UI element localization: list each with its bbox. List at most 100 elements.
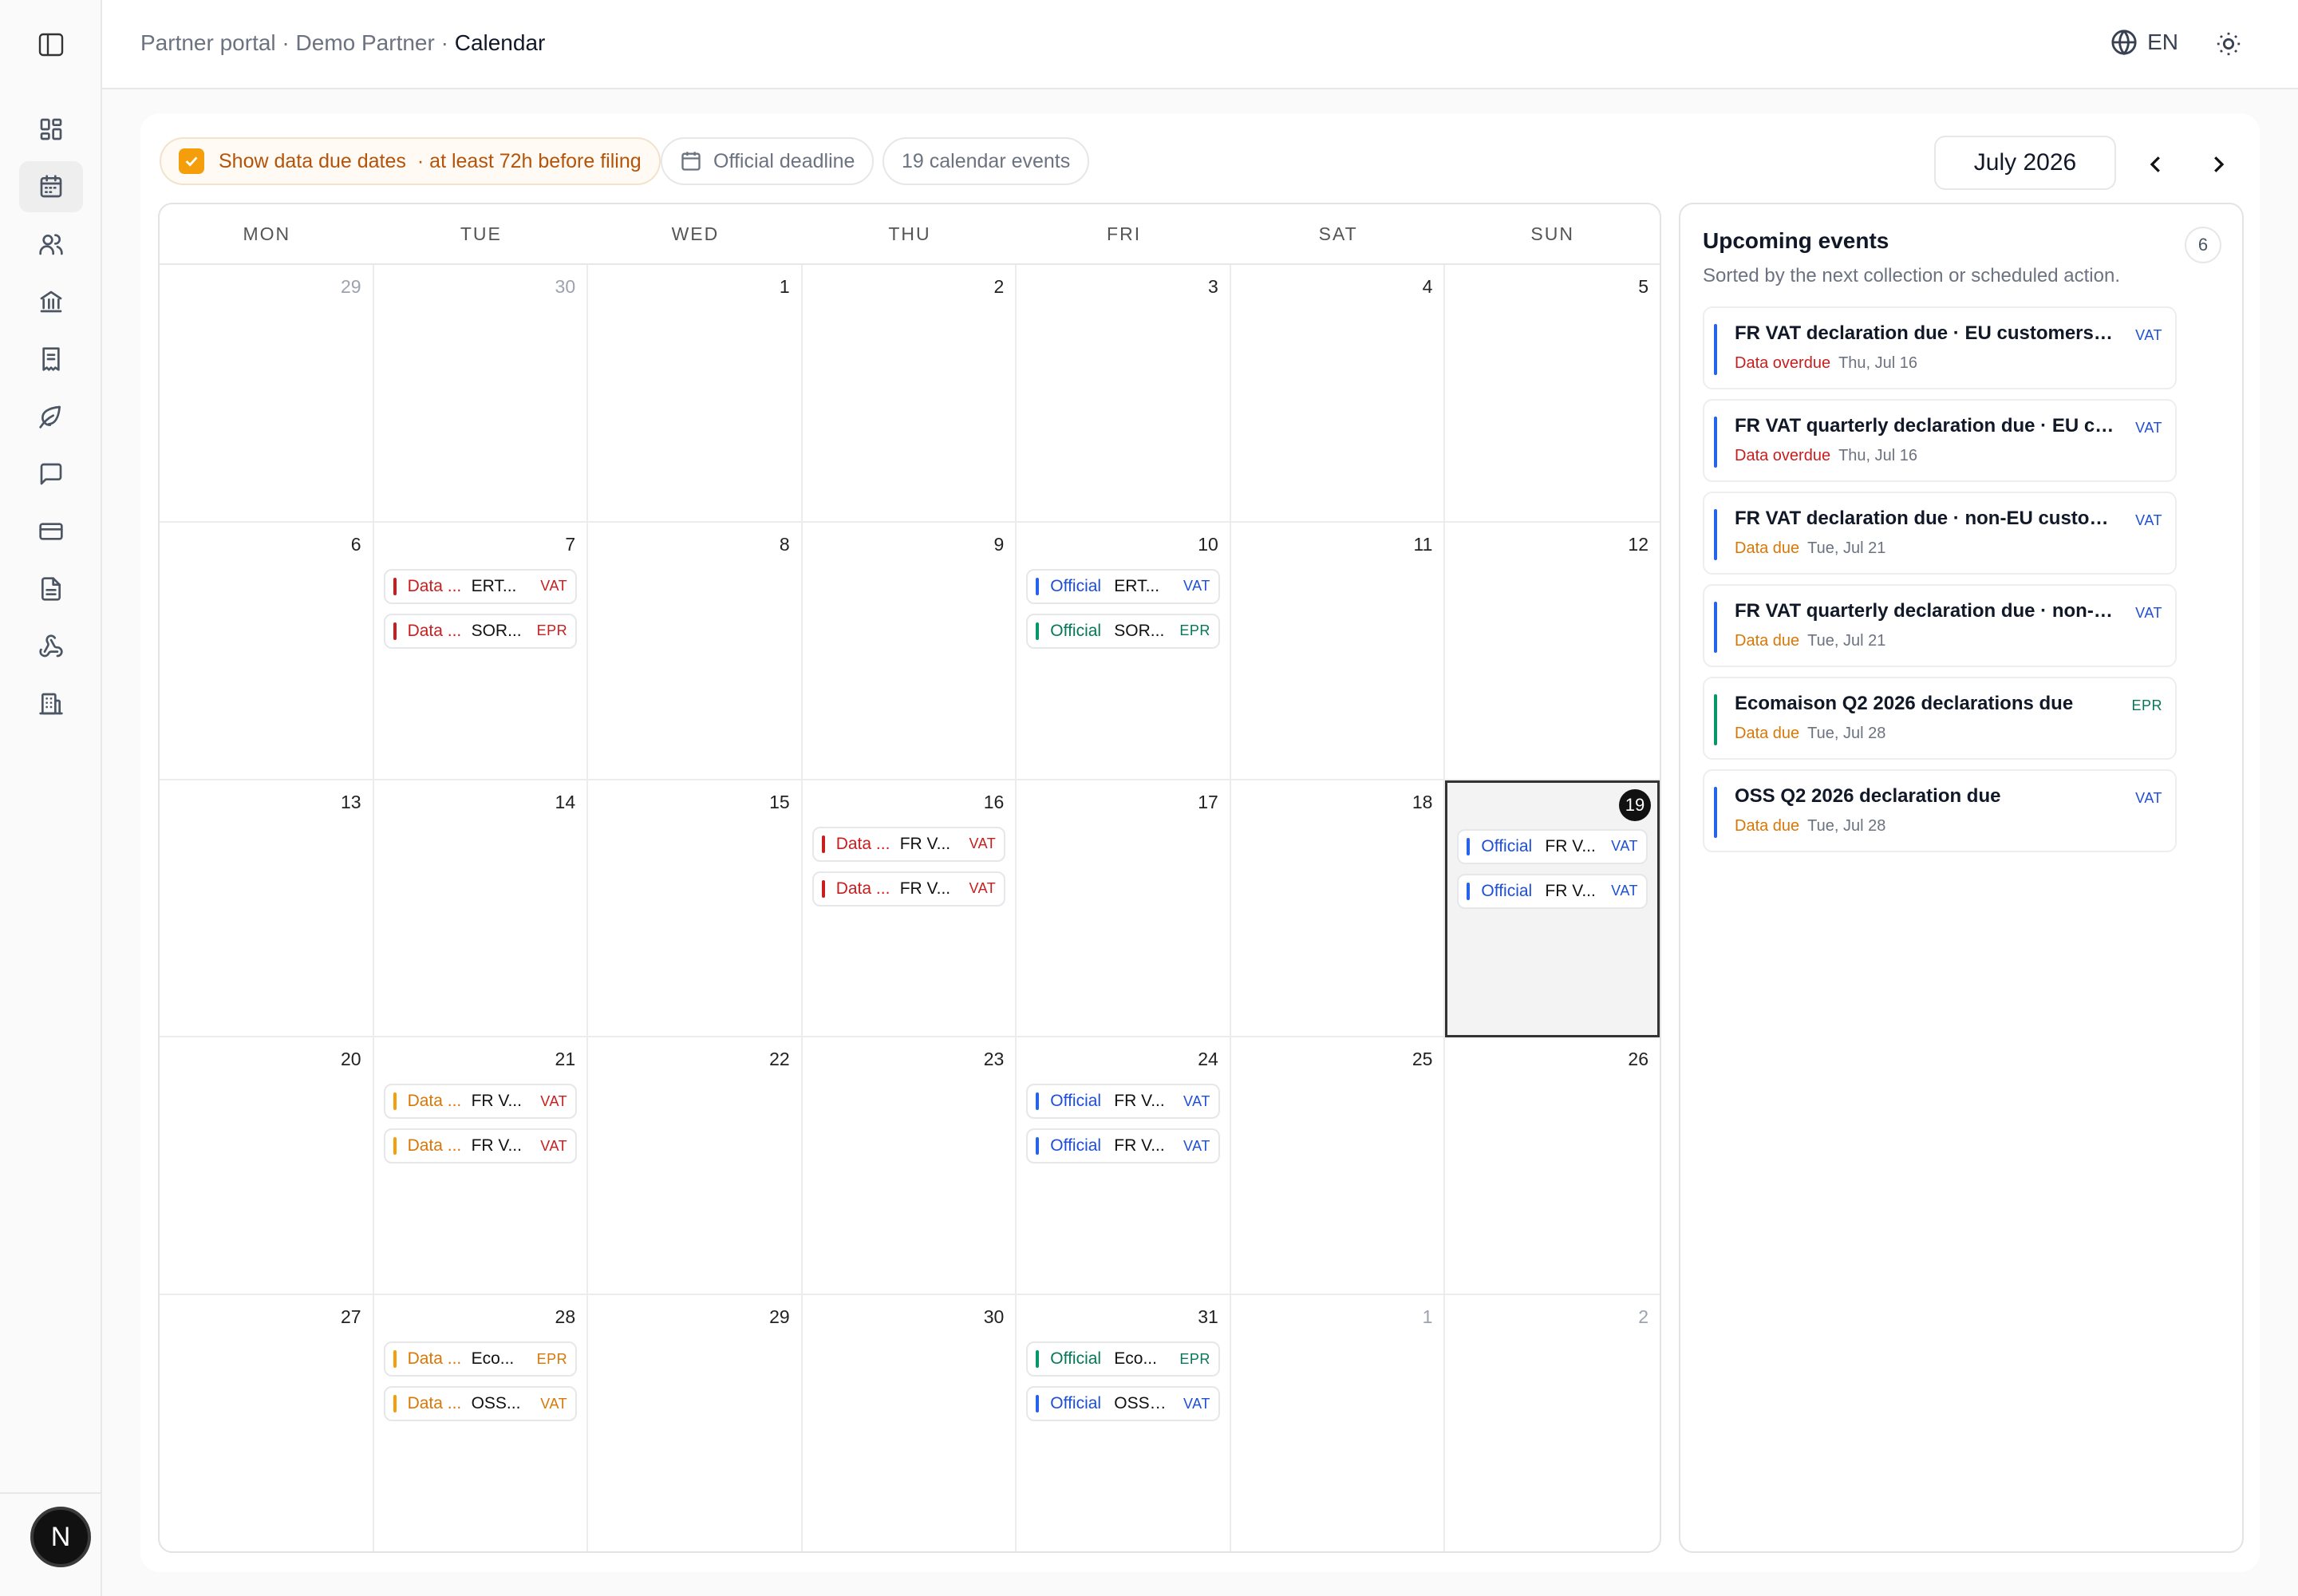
day-cell[interactable]: 20 (160, 1037, 374, 1296)
calendar-event[interactable]: Official FR V... VAT (1457, 873, 1648, 909)
day-cell[interactable]: 22 (588, 1037, 803, 1296)
day-cell[interactable]: 16 Data ... FR V... VAT Data ... FR V... VAT (802, 780, 1017, 1038)
day-cell-today[interactable]: 19 Official FR V... VAT Official FR V... VAT (1445, 780, 1660, 1038)
language-switcher[interactable]: EN (2110, 29, 2178, 56)
calendar-event[interactable]: Data ... FR V... VAT (811, 871, 1006, 907)
day-cell[interactable]: 30 (373, 265, 589, 523)
day-cell[interactable]: 1 (1231, 1295, 1446, 1551)
calendar-event[interactable]: Official SOR... EPR (1026, 613, 1220, 649)
day-cell[interactable]: 15 (588, 780, 803, 1038)
breadcrumb-root[interactable]: Partner portal (140, 30, 276, 55)
day-cell[interactable]: 13 (160, 780, 374, 1038)
day-cell[interactable]: 14 (373, 780, 589, 1038)
day-cell[interactable]: 6 (160, 522, 374, 780)
breadcrumb-separator: · (440, 30, 448, 55)
nav-sustainability[interactable] (19, 391, 83, 442)
event-kind: Data ... (407, 1349, 462, 1369)
nav-companies[interactable] (19, 678, 83, 729)
nav-calendar[interactable] (19, 161, 83, 212)
day-cell[interactable]: 4 (1230, 265, 1446, 523)
calendar-event[interactable]: Data ... SOR... EPR (383, 613, 578, 649)
sun-icon (2217, 32, 2241, 56)
day-number: 27 (340, 1306, 361, 1328)
event-color-bar (1714, 324, 1717, 375)
upcoming-event-date: Tue, Jul 21 (1807, 632, 1886, 650)
day-cell[interactable]: 10 Official ERT... VAT Official SOR... EPR (1017, 522, 1231, 780)
day-cell[interactable]: 21 Data ... FR V... VAT Data ... FR V... VAT (373, 1037, 589, 1296)
upcoming-event-item[interactable]: FR VAT declaration due · non-EU customer… (1703, 492, 2177, 575)
upcoming-event-item[interactable]: FR VAT declaration due · EU customers (p… (1703, 306, 2177, 389)
day-cell[interactable]: 12 (1445, 523, 1660, 780)
day-cell[interactable]: 17 (1017, 780, 1231, 1038)
upcoming-event-item[interactable]: FR VAT quarterly declaration due · non-E… (1703, 584, 2177, 667)
weekday-label: SUN (1530, 223, 1574, 244)
nav-dashboard[interactable] (19, 104, 83, 155)
calendar-event[interactable]: Official FR V... VAT (1026, 1084, 1220, 1120)
upcoming-event-title: FR VAT quarterly declaration due · non-E… (1735, 600, 2118, 622)
official-deadline-label: Official deadline (713, 149, 855, 172)
day-cell[interactable]: 9 (802, 522, 1017, 780)
day-number: 10 (1198, 533, 1218, 555)
theme-toggle[interactable] (2215, 30, 2242, 61)
event-color-bar (1036, 1137, 1040, 1156)
nav-documents[interactable] (19, 563, 83, 614)
nav-receipts[interactable] (19, 334, 83, 385)
day-cell[interactable]: 29 (588, 1295, 803, 1551)
show-data-due-label: Show data due dates (219, 149, 406, 172)
calendar-event[interactable]: Official ERT... VAT (1026, 568, 1220, 604)
day-cell[interactable]: 27 (160, 1295, 374, 1551)
day-cell[interactable]: 5 (1445, 265, 1660, 523)
event-title: FR V... (899, 879, 951, 898)
day-cell[interactable]: 31 Official Eco... EPR Official OSS ... VAT (1017, 1295, 1231, 1551)
upcoming-event-item[interactable]: OSS Q2 2026 declaration due Data due Tue, … (1703, 769, 2177, 852)
day-cell[interactable]: 23 (802, 1037, 1017, 1296)
show-data-due-toggle[interactable]: Show data due dates · at least 72h befor… (160, 137, 661, 185)
calendar-event[interactable]: Data ... FR V... VAT (383, 1084, 578, 1120)
day-cell[interactable]: 7 Data ... ERT... VAT Data ... SOR... EPR (373, 522, 589, 780)
nav-bank[interactable] (19, 276, 83, 327)
upcoming-event-item[interactable]: FR VAT quarterly declaration due · EU cu… (1703, 399, 2177, 482)
calendar-event[interactable]: Data ... FR V... VAT (383, 1128, 578, 1164)
official-deadline-filter[interactable]: Official deadline (661, 137, 875, 185)
day-cell[interactable]: 24 Official FR V... VAT Official FR V... VAT (1017, 1037, 1231, 1296)
upcoming-event-status: Data due (1735, 725, 1800, 742)
sidebar-toggle-icon[interactable] (35, 30, 67, 59)
nav-users[interactable] (19, 219, 83, 270)
month-picker-button[interactable]: July 2026 (1934, 136, 2116, 190)
calendar-event[interactable]: Data ... OSS... VAT (383, 1386, 578, 1422)
breadcrumb-partner[interactable]: Demo Partner (296, 30, 435, 55)
day-cell[interactable]: 8 (588, 522, 803, 780)
next-month-button[interactable] (2196, 142, 2241, 187)
nav-messages[interactable] (19, 448, 83, 500)
nav-billing[interactable] (19, 506, 83, 557)
calendar-event[interactable]: Data ... Eco... EPR (383, 1341, 578, 1377)
day-cell[interactable]: 25 (1230, 1037, 1446, 1296)
calendar-event[interactable]: Official FR V... VAT (1026, 1128, 1220, 1164)
day-cell[interactable]: 11 (1230, 522, 1446, 780)
event-tag: VAT (969, 836, 997, 852)
day-cell[interactable]: 30 (803, 1295, 1017, 1551)
day-cell[interactable]: 28 Data ... Eco... EPR Data ... OSS... VAT (374, 1295, 589, 1551)
avatar[interactable]: N (30, 1507, 91, 1567)
event-kind: Data ... (407, 1092, 462, 1111)
previous-month-button[interactable] (2134, 142, 2178, 187)
dashboard-icon (40, 118, 62, 140)
upcoming-event-item[interactable]: Ecomaison Q2 2026 declarations due Data d… (1703, 677, 2177, 760)
day-cell[interactable]: 29 (160, 265, 374, 523)
checkbox-checked-icon[interactable] (179, 148, 204, 174)
day-number: 29 (340, 276, 361, 297)
day-cell[interactable]: 2 (802, 265, 1017, 523)
calendar-event[interactable]: Official Eco... EPR (1026, 1341, 1220, 1377)
day-cell[interactable]: 2 (1445, 1295, 1660, 1551)
nav-webhooks[interactable] (19, 621, 83, 672)
day-cell[interactable]: 18 (1230, 780, 1446, 1038)
day-cell[interactable]: 1 (588, 265, 803, 523)
calendar-event[interactable]: Data ... FR V... VAT (811, 826, 1006, 862)
users-icon (39, 234, 63, 255)
day-cell[interactable]: 3 (1017, 265, 1231, 523)
calendar-event[interactable]: Official FR V... VAT (1457, 828, 1648, 864)
day-cell[interactable]: 26 (1445, 1037, 1660, 1296)
calendar-event[interactable]: Data ... ERT... VAT (383, 568, 578, 604)
calendar-event[interactable]: Official OSS ... VAT (1026, 1386, 1220, 1422)
upcoming-event-tag: EPR (2131, 697, 2162, 713)
